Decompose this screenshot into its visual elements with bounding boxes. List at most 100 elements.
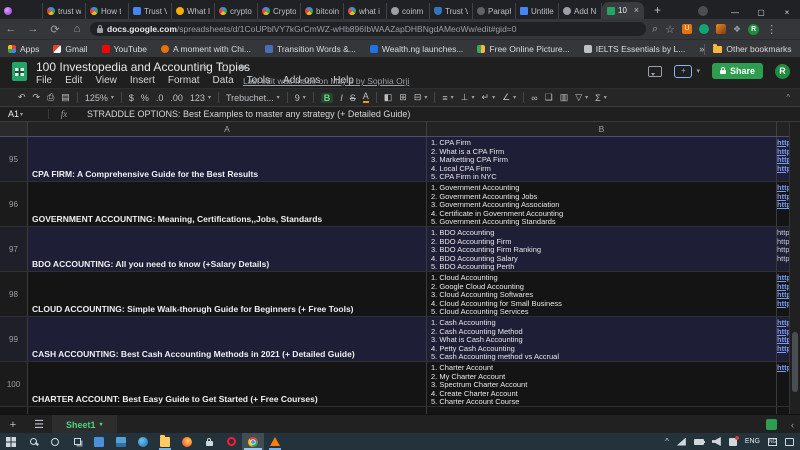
fill-color-button[interactable]: ◧ (384, 92, 393, 103)
maximize-button[interactable]: ▢ (748, 8, 774, 17)
bookmark-item[interactable]: Transition Words &... (265, 44, 356, 54)
redo-icon[interactable]: ↷ (33, 92, 41, 103)
bookmark-item[interactable]: Free Online Picture... (477, 44, 569, 54)
cell-b[interactable]: 1. BDO Accounting 2. BDO Accounting Firm… (427, 227, 777, 271)
borders-button[interactable]: ⊞ (399, 92, 407, 103)
extension-fox-icon[interactable] (716, 24, 726, 34)
row-number[interactable]: 99 (0, 317, 28, 361)
decrease-decimal-button[interactable]: .0 (156, 93, 164, 103)
font-size-select[interactable]: 9 (295, 93, 300, 103)
column-header-a[interactable]: A (28, 122, 427, 136)
column-header-b[interactable]: B (427, 122, 777, 136)
browser-tab[interactable]: Trust V (129, 3, 172, 19)
active-tab[interactable]: 10 × (602, 2, 644, 19)
row-number[interactable]: 95 (0, 137, 28, 181)
minimize-button[interactable]: — (722, 8, 748, 17)
format-currency-button[interactable]: $ (129, 93, 134, 103)
new-tab-button[interactable]: + (654, 3, 661, 17)
forward-icon[interactable]: → (22, 23, 44, 35)
browser-tab[interactable]: What I (172, 3, 215, 19)
cell-c-links[interactable]: http http http http (777, 272, 789, 316)
increase-decimal-button[interactable]: .00 (170, 93, 183, 103)
functions-button[interactable]: Σ (595, 93, 601, 103)
merge-cells-button[interactable]: ⊟ (414, 92, 422, 103)
close-tab-icon[interactable]: × (634, 6, 639, 15)
cell-a[interactable]: CHARTER ACCOUNT: Best Easy Guide to Get … (28, 362, 427, 406)
browser-tab[interactable]: Crypto (258, 3, 301, 19)
cell-b[interactable]: 1. CPA Firm 2. What is a CPA Firm 3. Mar… (427, 137, 777, 181)
browser-tab[interactable]: Paraph (473, 3, 516, 19)
language-indicator[interactable]: ENG (745, 438, 760, 445)
bookmark-item[interactable]: Apps (8, 44, 39, 54)
taskbar-app-icon[interactable] (44, 433, 66, 450)
cell-b[interactable]: 1. Cloud Accounting 2. Google Cloud Acco… (427, 272, 777, 316)
tab-menu-icon[interactable] (698, 6, 708, 16)
italic-button[interactable]: I (340, 93, 343, 103)
taskbar-app-icon[interactable] (242, 433, 264, 450)
sheet-tab-sheet1[interactable]: Sheet1 ▾ (52, 415, 117, 434)
all-sheets-button[interactable]: ☰ (26, 418, 52, 431)
cell-c-links[interactable]: http http http http (777, 317, 789, 361)
text-wrap-button[interactable]: ↵ (482, 92, 490, 103)
strikethrough-button[interactable]: S (350, 93, 356, 103)
browser-tab[interactable]: what i (344, 3, 387, 19)
cell-c-links[interactable]: http (777, 362, 789, 406)
home-icon[interactable]: ⌂ (66, 23, 88, 35)
other-bookmarks[interactable]: Other bookmarks (713, 44, 791, 54)
bookmark-item[interactable]: IELTS Essentials by L... (584, 44, 686, 54)
browser-tab[interactable]: How t (86, 3, 129, 19)
zoom-page-icon[interactable]: ⌕ (652, 23, 658, 36)
cell-a[interactable]: CLOUD ACCOUNTING: Simple Walk-thorugh Gu… (28, 272, 427, 316)
row-number[interactable]: 96 (0, 182, 28, 226)
taskbar-app-icon[interactable] (220, 433, 242, 450)
menu-item[interactable]: File (36, 75, 52, 86)
cell-b[interactable]: 1. Cash Accounting 2. Cash Accounting Me… (427, 317, 777, 361)
browser-tab[interactable]: Untitle (516, 3, 559, 19)
cell-b[interactable]: 1. Charter Account 2. My Charter Account… (427, 362, 777, 406)
bookmark-star-icon[interactable]: ☆ (665, 23, 675, 36)
bookmark-item[interactable]: A moment with Chi... (161, 44, 251, 54)
url-link[interactable]: http (777, 300, 789, 309)
taskbar-app-icon[interactable] (176, 433, 198, 450)
format-percent-button[interactable]: % (141, 93, 149, 103)
taskbar-app-icon[interactable] (0, 433, 22, 450)
present-to-meeting-icon[interactable]: + (674, 65, 692, 78)
taskbar-app-icon[interactable] (88, 433, 110, 450)
taskbar-app-icon[interactable] (198, 433, 220, 450)
formula-input[interactable]: STRADDLE OPTIONS: Best Examples to maste… (79, 109, 410, 119)
zoom-select[interactable]: 125% (85, 93, 108, 103)
last-edit-link[interactable]: Last edit was made on May 5 by Sophia Or… (243, 76, 409, 86)
row-number[interactable]: 98 (0, 272, 28, 316)
account-avatar[interactable]: R (775, 64, 790, 79)
insert-comment-button[interactable]: ❑ (545, 92, 553, 103)
browser-tab[interactable]: crypto (215, 3, 258, 19)
volume-icon[interactable] (712, 437, 721, 446)
row-number[interactable]: 100 (0, 362, 28, 406)
bookmark-item[interactable]: Wealth.ng launches... (370, 44, 464, 54)
cell-c-links[interactable]: http http http http (777, 137, 789, 181)
menu-item[interactable]: Edit (65, 75, 82, 86)
cell-a[interactable]: GOVERNMENT ACCOUNTING: Meaning, Certific… (28, 182, 427, 226)
battery-icon[interactable] (694, 439, 704, 445)
notification-badge-icon[interactable] (729, 438, 737, 446)
url-link[interactable]: http (777, 201, 789, 210)
horizontal-align-button[interactable]: ≡ (442, 93, 447, 103)
tray-chevron-up-icon[interactable]: ^ (665, 437, 669, 446)
browser-tab[interactable]: coinm (387, 3, 430, 19)
bold-button[interactable]: B (321, 93, 334, 103)
browser-tab[interactable]: bitcoin (301, 3, 344, 19)
reload-icon[interactable]: ⟳ (44, 23, 66, 36)
undo-icon[interactable]: ↶ (18, 92, 26, 103)
browser-tab[interactable]: trust w (43, 3, 86, 19)
bookmark-item[interactable]: Gmail (53, 44, 87, 54)
taskbar-app-icon[interactable] (22, 433, 44, 450)
vertical-scrollbar[interactable] (789, 122, 800, 414)
menu-item[interactable]: Insert (130, 75, 155, 86)
insert-link-button[interactable]: ∞ (531, 93, 537, 103)
browser-menu-icon[interactable]: ⋮ (766, 23, 777, 36)
chevron-down-icon[interactable]: ▾ (696, 67, 700, 75)
text-color-button[interactable]: A (363, 92, 369, 103)
select-all-corner[interactable] (0, 122, 28, 136)
network-icon[interactable] (677, 438, 686, 446)
cell-c-links[interactable]: http http http (777, 182, 789, 226)
